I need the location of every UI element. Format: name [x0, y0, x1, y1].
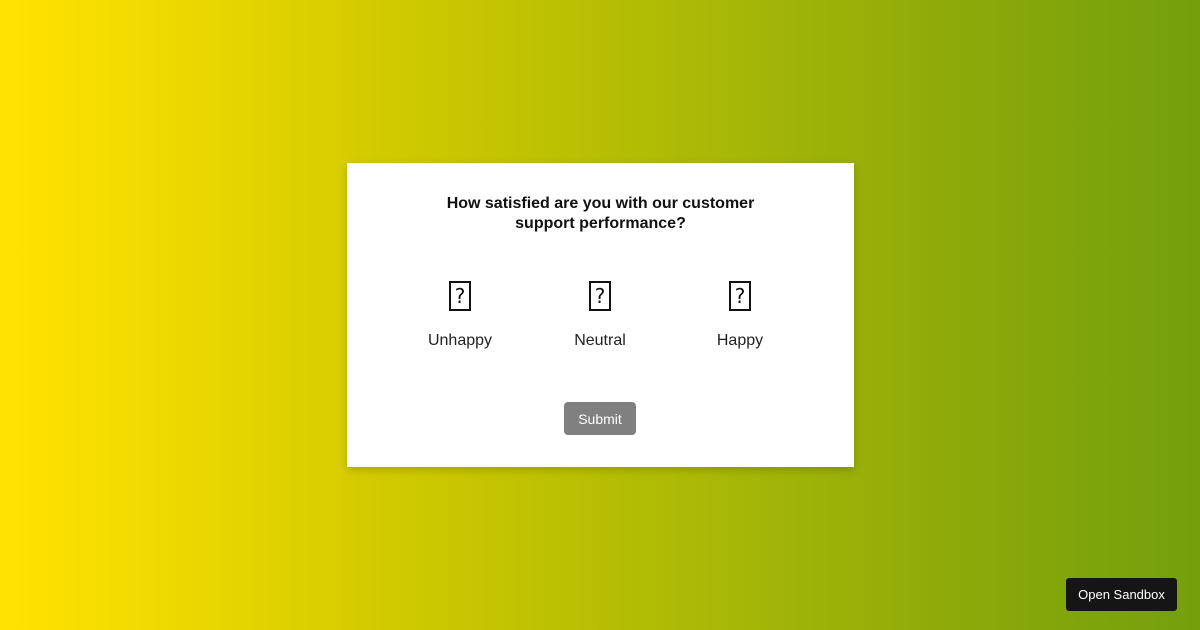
option-neutral[interactable]: ? Neutral	[540, 281, 660, 350]
option-label-happy: Happy	[716, 332, 764, 349]
rating-options: ? Unhappy ? Neutral ? Happy	[347, 281, 854, 361]
option-happy[interactable]: ? Happy	[680, 281, 800, 350]
survey-card: How satisfied are you with our customer …	[347, 163, 854, 467]
option-label-neutral: Neutral	[574, 332, 626, 349]
happy-face-icon: ?	[729, 281, 751, 311]
neutral-face-icon: ?	[589, 281, 611, 311]
open-sandbox-button[interactable]: Open Sandbox	[1066, 578, 1177, 611]
submit-button[interactable]: Submit	[564, 402, 636, 435]
question-line-1: How satisfied are you with our customer	[446, 195, 755, 212]
survey-question: How satisfied are you with our customer …	[347, 194, 854, 234]
unhappy-face-icon: ?	[449, 281, 471, 311]
option-label-unhappy: Unhappy	[427, 332, 493, 349]
option-unhappy[interactable]: ? Unhappy	[400, 281, 520, 350]
question-line-2: support performance?	[515, 215, 686, 232]
